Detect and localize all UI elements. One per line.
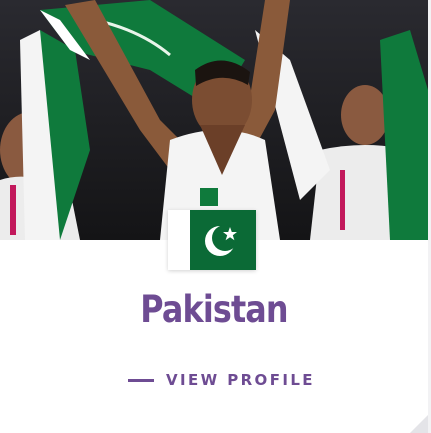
- flag-white-band: [168, 210, 190, 270]
- pakistan-flag-icon: [168, 210, 256, 270]
- team-card[interactable]: Pakistan VIEW PROFILE: [0, 0, 428, 433]
- dash-icon: [128, 378, 154, 382]
- view-profile-link[interactable]: VIEW PROFILE: [128, 369, 315, 391]
- card-corner-fold: [410, 415, 428, 433]
- athlete-photo: [0, 0, 428, 240]
- country-name: Pakistan: [140, 288, 288, 331]
- view-profile-label: VIEW PROFILE: [166, 371, 315, 389]
- flag-green-field: [190, 210, 256, 270]
